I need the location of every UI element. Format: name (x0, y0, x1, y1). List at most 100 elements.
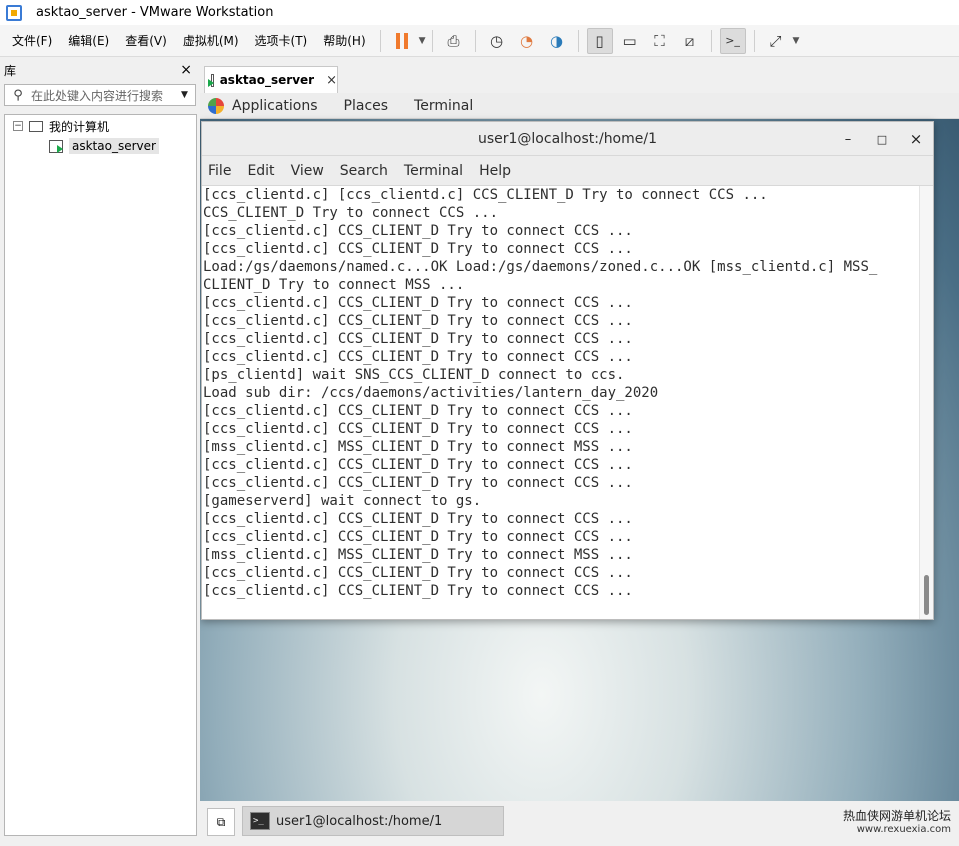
revert-snapshot-icon: ◔ (520, 31, 534, 50)
terminal-line: CCS_CLIENT_D Try to connect CCS ... (203, 205, 499, 221)
search-icon: ⚲ (13, 87, 23, 103)
thumbnail-bar-button[interactable]: ▭ (617, 28, 643, 54)
window-title: asktao_server - VMware Workstation (36, 5, 274, 20)
terminal-menu-view[interactable]: View (291, 163, 324, 179)
thumbnail-bar-icon: ▭ (622, 31, 637, 50)
terminal-line: [ccs_clientd.c] CCS_CLIENT_D Try to conn… (203, 349, 633, 365)
send-ctrl-alt-del-icon: ⎙ (447, 31, 460, 50)
unity-icon: ⧄ (684, 31, 695, 50)
terminal-line: Load sub dir: /ccs/daemons/activities/la… (203, 385, 659, 401)
stretch-button[interactable]: ⤢ (763, 28, 789, 54)
chevron-down-icon[interactable]: ▼ (181, 90, 195, 100)
terminal-line: [mss_clientd.c] MSS_CLIENT_D Try to conn… (203, 547, 633, 563)
gnome-foot-icon (208, 97, 224, 114)
terminal-line: [ccs_clientd.c] CCS_CLIENT_D Try to conn… (203, 475, 633, 491)
menu-applications[interactable]: Applications (232, 98, 318, 114)
snapshot-manager-button[interactable]: ◑ (544, 28, 570, 54)
guest-screen[interactable]: Applications Places Terminal user1@local… (200, 93, 959, 801)
tab-strip: asktao_server × (200, 59, 959, 93)
terminal-line: [ccs_clientd.c] [ccs_clientd.c] CCS_CLIE… (203, 187, 768, 203)
tab-asktao-server[interactable]: asktao_server × (204, 66, 338, 93)
vm-icon (208, 73, 214, 87)
revert-snapshot-button[interactable]: ◔ (514, 28, 540, 54)
terminal-line: Load:/gs/daemons/named.c...OK Load:/gs/d… (203, 259, 878, 275)
pause-icon (395, 32, 408, 49)
tab-label: asktao_server (219, 73, 315, 87)
unity-button[interactable]: ⧄ (677, 28, 703, 54)
forum-watermark: 热血侠网游单机论坛 www.rexuexia.com (843, 809, 951, 837)
search-placeholder: 在此处键入内容进行搜索 (31, 88, 164, 103)
library-header: 库 × (0, 59, 200, 81)
console-view-button[interactable]: >_ (719, 27, 746, 54)
status-bar: ⧉ >_ user1@localhost:/home/1 热血侠网游单机论坛 w… (200, 801, 959, 846)
terminal-line: [ccs_clientd.c] CCS_CLIENT_D Try to conn… (203, 403, 633, 419)
toolbar-separator (431, 29, 433, 52)
forum-name: 热血侠网游单机论坛 (842, 809, 951, 823)
menu-file[interactable]: 文件(F) (0, 25, 60, 57)
close-icon[interactable]: × (326, 73, 337, 88)
toolbar-separator (710, 29, 712, 52)
tree-item-vm[interactable]: asktao_server (49, 136, 159, 156)
chevron-down-icon[interactable]: ▼ (419, 36, 426, 46)
terminal-line: [ccs_clientd.c] CCS_CLIENT_D Try to conn… (203, 457, 633, 473)
terminal-line: [ccs_clientd.c] CCS_CLIENT_D Try to conn… (203, 313, 633, 329)
minimize-button[interactable]: – (831, 122, 865, 156)
terminal-window[interactable]: user1@localhost:/home/1 – □ × File Edit … (201, 121, 934, 620)
menu-view[interactable]: 查看(V) (117, 25, 175, 57)
send-ctrl-alt-del-button[interactable]: ⎙ (441, 28, 467, 54)
menu-edit[interactable]: 编辑(E) (60, 25, 117, 57)
terminal-line: [ccs_clientd.c] CCS_CLIENT_D Try to conn… (203, 331, 633, 347)
terminal-scrollbar[interactable] (919, 186, 933, 619)
terminal-line: [mss_clientd.c] MSS_CLIENT_D Try to conn… (203, 439, 633, 455)
collapse-icon[interactable]: − (13, 121, 23, 131)
toolbar-separator (577, 29, 579, 52)
terminal-line: [ccs_clientd.c] CCS_CLIENT_D Try to conn… (203, 241, 633, 257)
taskbar-item-label: user1@localhost:/home/1 (276, 813, 443, 829)
terminal-menu-file[interactable]: File (208, 163, 231, 179)
taskbar-item-terminal[interactable]: >_ user1@localhost:/home/1 (242, 806, 504, 836)
stretch-icon: ⤢ (769, 31, 782, 50)
menu-vm[interactable]: 虚拟机(M) (175, 25, 247, 57)
menu-tabs[interactable]: 选项卡(T) (247, 25, 316, 57)
chevron-down-icon[interactable]: ▼ (793, 36, 800, 46)
close-button[interactable]: × (899, 122, 933, 156)
restore-icon: ⧉ (216, 814, 226, 829)
show-library-icon: ▯ (595, 31, 604, 50)
tree-item-my-computer[interactable]: − 我的计算机 (13, 116, 109, 136)
menu-terminal[interactable]: Terminal (414, 98, 473, 114)
computer-icon (29, 120, 43, 132)
terminal-menu-help[interactable]: Help (479, 163, 511, 179)
scrollbar-thumb[interactable] (924, 575, 929, 615)
menu-places[interactable]: Places (344, 98, 389, 114)
full-screen-icon: ⛶ (654, 31, 665, 50)
console-view-icon: >_ (725, 34, 740, 47)
terminal-line: [ccs_clientd.c] CCS_CLIENT_D Try to conn… (203, 583, 633, 599)
tree-label: 我的计算机 (49, 119, 110, 134)
full-screen-button[interactable]: ⛶ (647, 28, 673, 54)
show-library-button[interactable]: ▯ (586, 27, 613, 54)
snapshot-icon: ◷ (490, 31, 504, 50)
terminal-menu-terminal[interactable]: Terminal (404, 163, 463, 179)
terminal-output[interactable]: [ccs_clientd.c] [ccs_clientd.c] CCS_CLIE… (202, 186, 919, 619)
terminal-menu-search[interactable]: Search (340, 163, 388, 179)
pause-button[interactable] (389, 28, 415, 54)
terminal-line: [ccs_clientd.c] CCS_CLIENT_D Try to conn… (203, 529, 633, 545)
maximize-button[interactable]: □ (865, 122, 899, 156)
library-search-input[interactable]: ⚲ 在此处键入内容进行搜索 ▼ (4, 84, 196, 106)
vmware-icon (6, 4, 22, 21)
gnome-top-bar: Applications Places Terminal (200, 93, 959, 119)
terminal-title: user1@localhost:/home/1 (477, 130, 658, 147)
tree-label: asktao_server (69, 138, 159, 154)
restore-window-button[interactable]: ⧉ (207, 808, 235, 836)
terminal-line: [ccs_clientd.c] CCS_CLIENT_D Try to conn… (203, 223, 633, 239)
terminal-line: [ccs_clientd.c] CCS_CLIENT_D Try to conn… (203, 421, 633, 437)
forum-url: www.rexuexia.com (856, 824, 951, 835)
terminal-titlebar: user1@localhost:/home/1 – □ × (202, 122, 933, 156)
library-close-button[interactable]: × (180, 62, 192, 78)
terminal-menu-edit[interactable]: Edit (247, 163, 274, 179)
toolbar-separator (474, 29, 476, 52)
take-snapshot-button[interactable]: ◷ (484, 28, 510, 54)
snapshot-manager-icon: ◑ (550, 31, 564, 50)
menu-help[interactable]: 帮助(H) (315, 25, 373, 57)
terminal-icon: >_ (250, 812, 270, 830)
